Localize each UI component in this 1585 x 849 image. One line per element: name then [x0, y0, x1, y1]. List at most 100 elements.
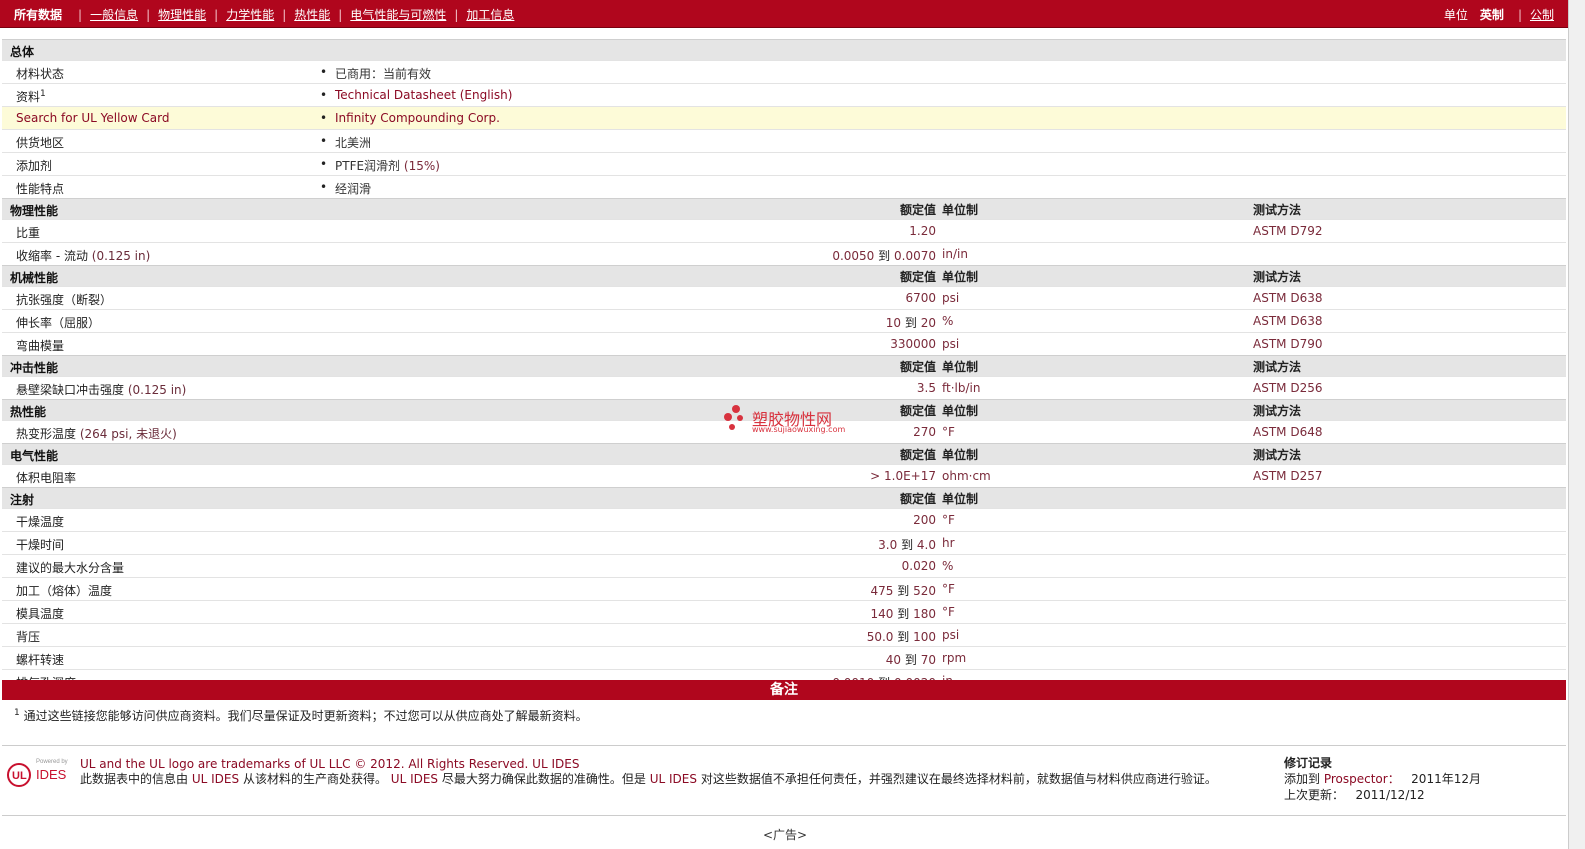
vertical-scrollbar[interactable]: [1568, 0, 1585, 849]
section-general: 总体: [2, 39, 1566, 60]
notes-header: 备注: [2, 680, 1566, 700]
table-row: 收缩率 - 流动 (0.125 in) 0.0050 到 0.0070 in/i…: [2, 242, 1566, 265]
section-title: 注射: [10, 493, 35, 507]
property-name: 模具温度: [16, 607, 65, 621]
watermark: 塑胶物性网 www.sujiaowuxing.com: [720, 404, 860, 438]
nominal-value: > 1.0E+17: [870, 469, 936, 483]
property-name: 供货地区: [16, 136, 65, 150]
property-name: 收缩率 - 流动 (0.125 in): [16, 249, 151, 263]
nominal-value: 140 到 180: [870, 607, 936, 621]
footnote-ref: 1: [40, 89, 46, 99]
nominal-value: 40 到 70: [885, 653, 936, 667]
test-method: ASTM D792: [1253, 224, 1323, 238]
unit: ohm·cm: [942, 469, 991, 483]
property-value: PTFE润滑剂 (15%): [335, 159, 440, 173]
unit: %: [942, 314, 954, 328]
yellow-card-search-link[interactable]: Search for UL Yellow Card: [16, 111, 169, 125]
property-name: 性能特点: [16, 182, 65, 196]
header-nominal: 额定值: [899, 448, 936, 462]
nav-processing[interactable]: 加工信息: [466, 6, 514, 23]
nav-thermal[interactable]: 热性能: [294, 6, 330, 23]
section-title: 冲击性能: [10, 361, 59, 375]
unit-imperial[interactable]: 英制: [1480, 6, 1504, 23]
bullet-icon: •: [320, 111, 328, 125]
test-method: ASTM D648: [1253, 425, 1323, 439]
unit-metric[interactable]: 公制: [1530, 6, 1554, 23]
table-row: 性能特点 • 经润滑: [2, 175, 1566, 198]
footnote: 1 通过这些链接您能够访问供应商资料。我们尽量保证及时更新资料；不过您可以从供应…: [14, 708, 588, 723]
ul-ides-logo: UL Powered by IDES: [6, 756, 70, 790]
header-method: 测试方法: [1253, 270, 1302, 284]
table-row: 模具温度 140 到 180 °F: [2, 600, 1566, 623]
table-row: Search for UL Yellow Card • Infinity Com…: [2, 106, 1566, 129]
unit: %: [942, 559, 954, 573]
unit-label: 单位: [1443, 8, 1468, 22]
property-name: 干燥时间: [16, 538, 65, 552]
property-value: 经润滑: [335, 182, 372, 196]
nominal-value: 0.0050 到 0.0070: [832, 249, 936, 263]
unit: psi: [942, 291, 960, 305]
section-title: 电气性能: [10, 449, 59, 463]
test-method: ASTM D256: [1253, 381, 1323, 395]
header-unit: 单位制: [942, 448, 979, 462]
property-name: 资料1: [16, 89, 46, 104]
property-name: 比重: [16, 226, 41, 240]
nav-physical[interactable]: 物理性能: [158, 6, 206, 23]
property-value: 北美洲: [335, 136, 372, 150]
section-impact: 冲击性能 额定值 单位制 测试方法: [2, 355, 1566, 376]
svg-text:UL: UL: [12, 770, 27, 782]
nominal-value: 3.5: [916, 381, 936, 395]
nav-mechanical[interactable]: 力学性能: [226, 6, 274, 23]
section-title: 机械性能: [10, 271, 59, 285]
divider: [2, 815, 1566, 816]
nominal-value: 0.020: [901, 559, 936, 573]
property-name: 添加剂: [16, 159, 53, 173]
supplier-link[interactable]: Infinity Compounding Corp.: [335, 111, 500, 125]
unit: °F: [942, 513, 955, 527]
table-row: 体积电阻率 > 1.0E+17 ohm·cm ASTM D257: [2, 464, 1566, 487]
property-name: 弯曲模量: [16, 339, 65, 353]
table-row: 添加剂 • PTFE润滑剂 (15%): [2, 152, 1566, 175]
header-unit: 单位制: [942, 492, 979, 506]
test-method: ASTM D257: [1253, 469, 1323, 483]
property-name: 悬壁梁缺口冲击强度 (0.125 in): [16, 383, 187, 397]
bullet-icon: •: [320, 157, 328, 171]
bullet-icon: •: [320, 65, 328, 79]
section-title: 热性能: [10, 405, 47, 419]
property-name: 体积电阻率: [16, 471, 77, 485]
table-row: 螺杆转速 40 到 70 rpm: [2, 646, 1566, 669]
header-unit: 单位制: [942, 404, 979, 418]
table-row: 悬壁梁缺口冲击强度 (0.125 in) 3.5 ft·lb/in ASTM D…: [2, 376, 1566, 399]
unit: psi: [942, 628, 960, 642]
footer-disclaimer: UL and the UL logo are trademarks of UL …: [80, 757, 1260, 787]
section-electrical: 电气性能 额定值 单位制 测试方法: [2, 443, 1566, 464]
nominal-value: 1.20: [909, 224, 936, 238]
nominal-value: 200: [913, 513, 936, 527]
header-nominal: 额定值: [899, 404, 936, 418]
nominal-value: 475 到 520: [870, 584, 936, 598]
nominal-value: 50.0 到 100: [866, 630, 936, 644]
svg-text:Powered by: Powered by: [36, 759, 68, 765]
bullet-icon: •: [320, 180, 328, 194]
technical-datasheet-link[interactable]: Technical Datasheet (English): [335, 88, 512, 102]
nominal-value: 10 到 20: [885, 316, 936, 330]
property-value: 已商用：当前有效: [335, 67, 432, 81]
table-row: 干燥温度 200 °F: [2, 508, 1566, 531]
unit: rpm: [942, 651, 967, 665]
nav-all-data[interactable]: 所有数据: [14, 6, 62, 23]
table-row: 供货地区 • 北美洲: [2, 129, 1566, 152]
header-nominal: 额定值: [899, 203, 936, 217]
datasheet-table: 总体 材料状态 • 已商用：当前有效 资料1 • Technical Datas…: [2, 39, 1566, 692]
table-row: 材料状态 • 已商用：当前有效: [2, 60, 1566, 83]
nav-general-info[interactable]: 一般信息: [90, 6, 138, 23]
property-name: 螺杆转速: [16, 653, 65, 667]
table-row: 加工（熔体）温度 475 到 520 °F: [2, 577, 1566, 600]
unit: hr: [942, 536, 955, 550]
section-physical: 物理性能 额定值 单位制 测试方法: [2, 198, 1566, 219]
property-name: 背压: [16, 630, 41, 644]
property-name: 抗张强度（断裂）: [16, 293, 113, 307]
property-name: 加工（熔体）温度: [16, 584, 113, 598]
header-unit: 单位制: [942, 360, 979, 374]
nav-electrical[interactable]: 电气性能与可燃性: [350, 6, 446, 23]
header-method: 测试方法: [1253, 404, 1302, 418]
